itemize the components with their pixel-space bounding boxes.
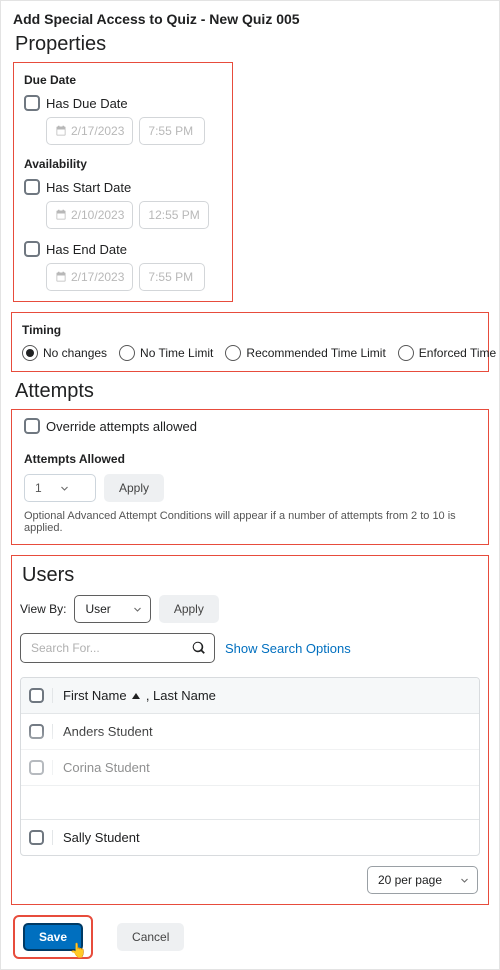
due-date-input[interactable]: 2/17/2023 — [46, 117, 133, 145]
timing-no-time-limit-label: No Time Limit — [140, 346, 213, 360]
users-table: First Name , Last Name Anders Student Co… — [20, 677, 480, 856]
save-highlight: Save 👆 — [13, 915, 93, 959]
col-last-name: , Last Name — [146, 688, 216, 703]
timing-recommended-label: Recommended Time Limit — [246, 346, 385, 360]
row-name: Corina Student — [63, 760, 471, 775]
table-row: Anders Student — [21, 713, 479, 749]
calendar-icon — [55, 271, 67, 283]
attempts-hint: Optional Advanced Attempt Conditions wil… — [24, 510, 478, 534]
row-checkbox[interactable] — [29, 760, 44, 775]
timing-enforced[interactable]: Enforced Time Limit — [398, 345, 500, 361]
has-start-date-label: Has Start Date — [46, 180, 131, 195]
radio-icon — [22, 345, 38, 361]
has-start-date-checkbox[interactable] — [24, 179, 40, 195]
calendar-icon — [55, 209, 67, 221]
start-date-value: 2/10/2023 — [71, 208, 124, 222]
attempts-allowed-label: Attempts Allowed — [24, 452, 478, 466]
due-time-value: 7:55 PM — [148, 124, 193, 138]
chevron-down-icon — [60, 484, 69, 493]
end-time-value: 7:55 PM — [148, 270, 193, 284]
timing-recommended[interactable]: Recommended Time Limit — [225, 345, 385, 361]
cursor-icon: 👆 — [70, 942, 87, 959]
has-due-date-label: Has Due Date — [46, 96, 128, 111]
has-end-date-checkbox[interactable] — [24, 241, 40, 257]
has-end-date-label: Has End Date — [46, 242, 127, 257]
dialog: Add Special Access to Quiz - New Quiz 00… — [0, 0, 500, 970]
row-name: Anders Student — [63, 724, 471, 739]
radio-icon — [225, 345, 241, 361]
sort-asc-icon — [132, 693, 140, 699]
end-date-input[interactable]: 2/17/2023 — [46, 263, 133, 291]
page-size-value: 20 per page — [378, 873, 442, 887]
end-time-input[interactable]: 7:55 PM — [139, 263, 205, 291]
chevron-down-icon — [460, 876, 469, 885]
col-name-header[interactable]: First Name , Last Name — [63, 688, 471, 703]
viewby-select[interactable]: User — [74, 595, 150, 623]
table-row — [21, 785, 479, 819]
table-header: First Name , Last Name — [21, 678, 479, 713]
attempts-allowed-value: 1 — [35, 481, 42, 495]
show-search-options-link[interactable]: Show Search Options — [225, 641, 351, 656]
search-icon — [192, 641, 206, 655]
search-placeholder: Search For... — [31, 641, 100, 655]
table-row: Sally Student — [21, 819, 479, 855]
due-date-value: 2/17/2023 — [71, 124, 124, 138]
attempts-allowed-select[interactable]: 1 — [24, 474, 96, 502]
calendar-icon — [55, 125, 67, 137]
attempts-heading: Attempts — [15, 380, 491, 403]
timing-heading: Timing — [22, 323, 482, 337]
search-input[interactable]: Search For... — [20, 633, 215, 663]
attempts-apply-button[interactable]: Apply — [104, 474, 164, 502]
start-date-input[interactable]: 2/10/2023 — [46, 201, 133, 229]
timing-no-changes-label: No changes — [43, 346, 107, 360]
viewby-label: View By: — [20, 602, 66, 616]
properties-heading: Properties — [15, 33, 491, 56]
has-due-date-checkbox[interactable] — [24, 95, 40, 111]
end-date-value: 2/17/2023 — [71, 270, 124, 284]
override-attempts-checkbox[interactable] — [24, 418, 40, 434]
users-panel: Users View By: User Apply Search For... … — [11, 555, 489, 905]
availability-heading: Availability — [24, 157, 222, 171]
radio-icon — [119, 345, 135, 361]
viewby-value: User — [85, 602, 110, 616]
due-date-heading: Due Date — [24, 73, 222, 87]
table-row: Corina Student — [21, 749, 479, 785]
page-title: Add Special Access to Quiz - New Quiz 00… — [13, 11, 491, 27]
select-all-checkbox[interactable] — [29, 688, 44, 703]
timing-panel: Timing No changes No Time Limit Recommen… — [11, 312, 489, 372]
row-name: Sally Student — [63, 830, 471, 845]
properties-panel: Due Date Has Due Date 2/17/2023 7:55 PM … — [13, 62, 233, 302]
radio-icon — [398, 345, 414, 361]
attempts-panel: Override attempts allowed Attempts Allow… — [11, 409, 489, 545]
timing-enforced-label: Enforced Time Limit — [419, 346, 500, 360]
row-checkbox[interactable] — [29, 724, 44, 739]
viewby-apply-button[interactable]: Apply — [159, 595, 219, 623]
timing-no-changes[interactable]: No changes — [22, 345, 107, 361]
due-time-input[interactable]: 7:55 PM — [139, 117, 205, 145]
override-attempts-label: Override attempts allowed — [46, 419, 197, 434]
col-first-name: First Name — [63, 688, 127, 703]
timing-no-time-limit[interactable]: No Time Limit — [119, 345, 213, 361]
cancel-button[interactable]: Cancel — [117, 923, 184, 951]
users-heading: Users — [22, 564, 480, 587]
row-checkbox[interactable] — [29, 830, 44, 845]
start-time-value: 12:55 PM — [148, 208, 199, 222]
page-size-select[interactable]: 20 per page — [367, 866, 478, 894]
footer-buttons: Save 👆 Cancel — [13, 915, 491, 959]
start-time-input[interactable]: 12:55 PM — [139, 201, 208, 229]
chevron-down-icon — [133, 605, 142, 614]
